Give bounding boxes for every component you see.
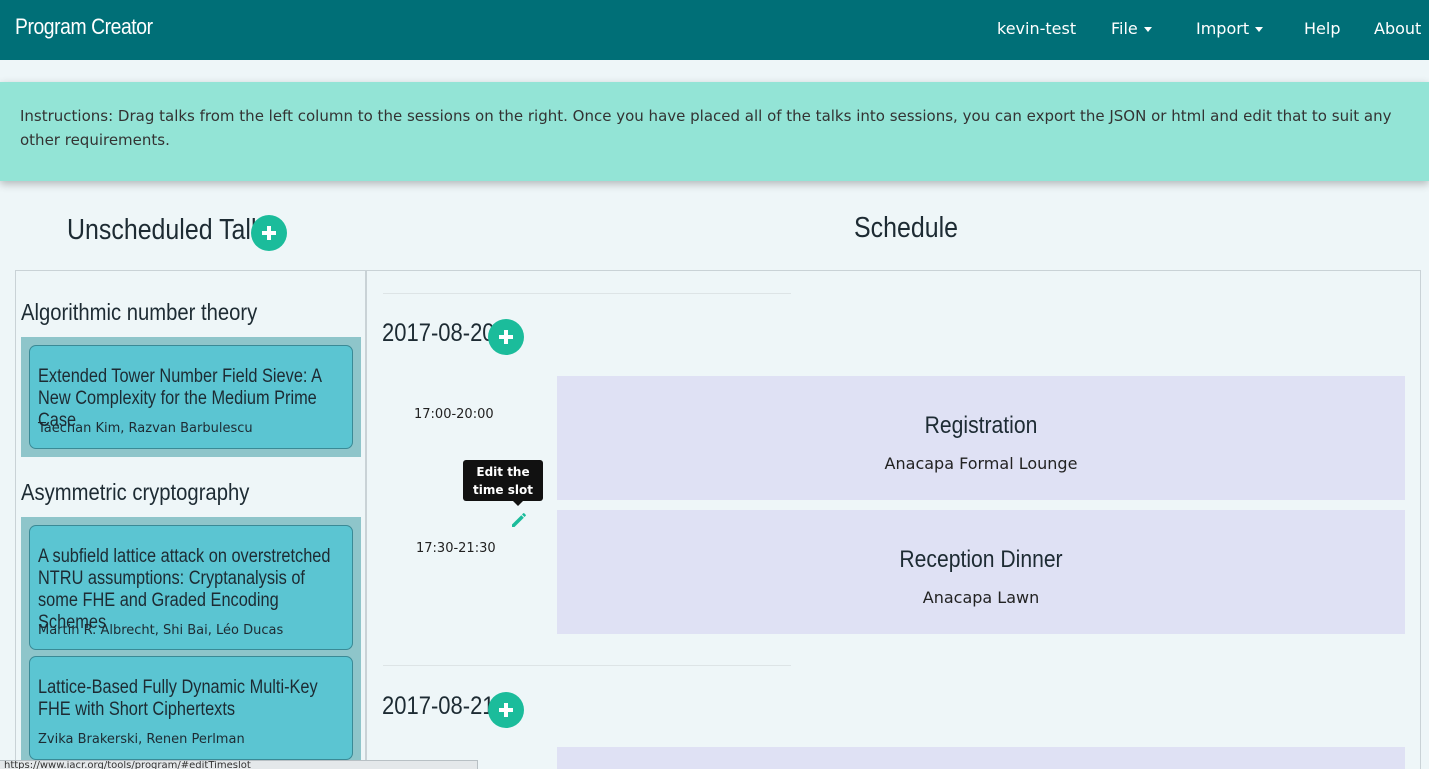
talk-card[interactable]: Lattice-Based Fully Dynamic Multi-Key FH… <box>29 656 353 760</box>
tooltip-arrow <box>513 501 523 506</box>
nav-file-label: File <box>1111 19 1138 38</box>
schedule-heading: Schedule <box>854 212 959 244</box>
session-dropzone[interactable] <box>557 747 1405 769</box>
instructions-text: Instructions: Drag talks from the left c… <box>20 107 1392 149</box>
day-divider <box>383 665 791 666</box>
talk-card[interactable]: A subfield lattice attack on overstretch… <box>29 525 353 650</box>
plus-icon <box>499 330 513 344</box>
talk-title: A subfield lattice attack on overstretch… <box>38 546 331 633</box>
plus-icon <box>262 226 276 240</box>
session-title: Registration <box>924 412 1038 439</box>
unscheduled-talks-panel[interactable]: Algorithmic number theory Extended Tower… <box>15 270 367 769</box>
category-dropzone[interactable]: A subfield lattice attack on overstretch… <box>21 517 361 768</box>
category-dropzone[interactable]: Extended Tower Number Field Sieve: A New… <box>21 337 361 457</box>
session-dropzone[interactable]: Reception Dinner Anacapa Lawn <box>557 510 1405 634</box>
add-timeslot-button[interactable] <box>488 692 524 728</box>
caret-down-icon <box>1255 27 1264 32</box>
instructions-banner: Instructions: Drag talks from the left c… <box>0 82 1429 181</box>
nav-about[interactable]: About <box>1374 19 1421 38</box>
caret-down-icon <box>1143 27 1152 32</box>
nav-user[interactable]: kevin-test <box>997 19 1076 38</box>
talk-authors: Martin R. Albrecht, Shi Bai, Léo Ducas <box>38 623 284 638</box>
add-talk-button[interactable] <box>251 215 287 251</box>
pencil-icon <box>512 513 526 527</box>
talk-authors: Taechan Kim, Razvan Barbulescu <box>38 421 253 436</box>
talk-authors: Zvika Brakerski, Renen Perlman <box>38 732 245 747</box>
edit-timeslot-button[interactable] <box>510 511 528 533</box>
app-brand[interactable]: Program Creator <box>15 14 153 40</box>
nav-import-label: Import <box>1196 19 1250 38</box>
nav-help[interactable]: Help <box>1304 19 1340 38</box>
browser-status-url: https://www.iacr.org/tools/program/#edit… <box>0 760 478 769</box>
unscheduled-heading: Unscheduled Talks <box>67 214 276 246</box>
nav-import-menu[interactable]: Import <box>1196 19 1264 38</box>
day-date: 2017-08-20 <box>382 319 495 347</box>
edit-timeslot-tooltip: Edit the time slot <box>463 460 543 501</box>
session-location: Anacapa Formal Lounge <box>884 454 1078 473</box>
session-dropzone[interactable]: Registration Anacapa Formal Lounge <box>557 376 1405 500</box>
plus-icon <box>499 703 513 717</box>
timeslot-time: 17:30-21:30 <box>416 541 496 556</box>
session-location: Anacapa Lawn <box>922 588 1040 607</box>
session-title: Reception Dinner <box>899 546 1063 573</box>
category-title: Algorithmic number theory <box>21 299 258 325</box>
nav-file-menu[interactable]: File <box>1111 19 1152 38</box>
add-timeslot-button[interactable] <box>488 319 524 355</box>
talk-card[interactable]: Extended Tower Number Field Sieve: A New… <box>29 345 353 449</box>
category-title: Asymmetric cryptography <box>21 479 250 505</box>
top-navbar: Program Creator kevin-test File Import H… <box>0 0 1429 60</box>
talk-title: Lattice-Based Fully Dynamic Multi-Key FH… <box>38 677 318 720</box>
day-date: 2017-08-21 <box>382 692 495 720</box>
timeslot-time: 17:00-20:00 <box>414 407 494 422</box>
day-divider <box>383 293 791 294</box>
